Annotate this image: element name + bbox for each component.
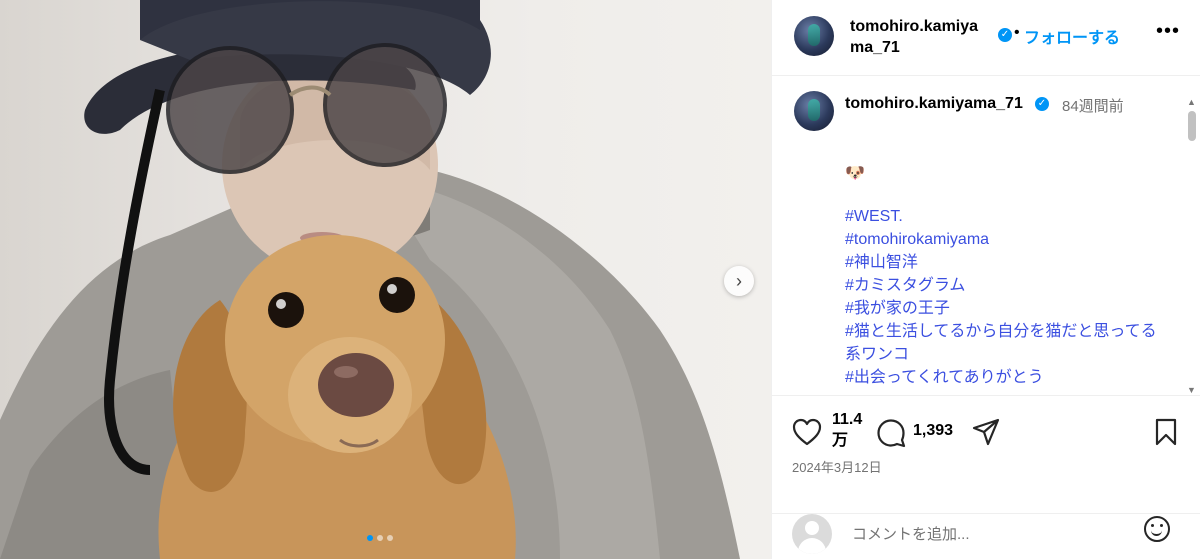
author-avatar[interactable] <box>794 16 834 56</box>
emoji-smiley-icon[interactable] <box>1144 516 1170 542</box>
caption-author-avatar[interactable] <box>794 91 834 131</box>
heart-icon[interactable] <box>792 418 822 446</box>
hashtag-link[interactable]: #カミスタグラム <box>845 274 1167 297</box>
post-date: 2024年3月12日 <box>792 460 882 475</box>
post-header: tomohiro.kamiyama_71 ✓ • フォローする ••• <box>772 0 1200 76</box>
caption-section: tomohiro.kamiyama_71 ✓ 84週間前 🐶 #WEST. #t… <box>772 77 1200 395</box>
scroll-down-icon[interactable]: ▼ <box>1187 385 1196 395</box>
author-username[interactable]: tomohiro.kamiyama_71 <box>850 16 980 58</box>
hashtag-link[interactable]: #神山智洋 <box>845 251 1167 274</box>
post-actions: 11.4万 1,393 2024年3月12日 <box>772 395 1200 513</box>
next-slide-button[interactable]: › <box>724 266 754 296</box>
instagram-post: › tomohiro.kamiyama_71 ✓ • フォローする ••• to… <box>0 0 1200 559</box>
caption-username[interactable]: tomohiro.kamiyama_71 <box>845 95 1023 113</box>
comment-count[interactable]: 1,393 <box>913 422 953 440</box>
comment-input[interactable] <box>850 522 1124 546</box>
follow-button[interactable]: フォローする <box>1024 24 1120 48</box>
add-comment-bar <box>772 513 1200 559</box>
post-photo[interactable]: › <box>0 0 771 559</box>
hashtag-link[interactable]: #出会ってくれてありがとう <box>845 366 1167 389</box>
hashtag-link[interactable]: #WEST. <box>845 205 1167 228</box>
post-sidebar: tomohiro.kamiyama_71 ✓ • フォローする ••• tomo… <box>771 0 1200 559</box>
post-time-ago[interactable]: 84週間前 <box>1062 95 1124 116</box>
scroll-up-icon[interactable]: ▲ <box>1187 97 1196 107</box>
carousel-dot <box>367 535 373 541</box>
carousel-indicator <box>367 535 393 541</box>
hashtag-link[interactable]: #tomohirokamiyama <box>845 228 1167 251</box>
hashtag-link[interactable]: #我が家の王子 <box>845 297 1167 320</box>
carousel-dot <box>387 535 393 541</box>
chevron-right-icon: › <box>736 270 742 291</box>
comment-icon[interactable] <box>876 418 906 448</box>
like-count[interactable]: 11.4万 <box>832 409 866 451</box>
share-icon[interactable] <box>972 418 1000 446</box>
separator-dot: • <box>1014 24 1020 41</box>
verified-badge-icon: ✓ <box>1035 97 1049 111</box>
carousel-dot <box>377 535 383 541</box>
hashtag-list: #WEST. #tomohirokamiyama #神山智洋 #カミスタグラム … <box>845 205 1167 389</box>
photo-illustration <box>0 0 740 559</box>
current-user-avatar <box>792 514 832 554</box>
hashtag-link[interactable]: #猫と生活してるから自分を猫だと思ってる系ワンコ <box>845 320 1167 366</box>
verified-badge-icon: ✓ <box>998 28 1012 42</box>
bookmark-icon[interactable] <box>1154 418 1178 446</box>
scrollbar-thumb[interactable] <box>1188 111 1196 141</box>
more-options-icon[interactable]: ••• <box>1156 20 1180 43</box>
caption-scrollbar[interactable]: ▲ ▼ <box>1185 97 1199 395</box>
caption-emoji: 🐶 <box>845 165 865 182</box>
